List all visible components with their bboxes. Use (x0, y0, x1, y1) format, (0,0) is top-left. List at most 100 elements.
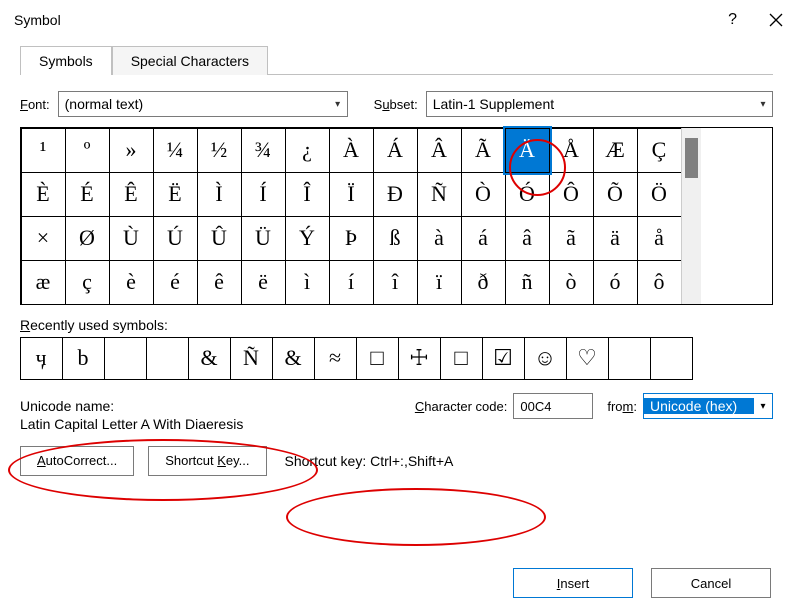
symbol-cell[interactable]: Ï (329, 172, 374, 217)
recent-symbol-cell[interactable]: ☩ (398, 337, 441, 380)
symbol-cell[interactable]: Ò (461, 172, 506, 217)
shortcut-display: Shortcut key: Ctrl+:,Shift+A (281, 453, 454, 469)
symbol-cell[interactable]: ¼ (153, 128, 198, 173)
autocorrect-button[interactable]: AutoCorrect... (20, 446, 134, 476)
symbol-cell[interactable]: ð (461, 260, 506, 305)
symbol-cell[interactable]: Ç (637, 128, 682, 173)
symbol-cell[interactable]: Î (285, 172, 330, 217)
scrollbar[interactable] (681, 128, 701, 304)
symbol-cell[interactable]: È (21, 172, 66, 217)
subset-select[interactable]: Latin-1 Supplement ▾ (426, 91, 773, 117)
symbol-cell[interactable]: ¾ (241, 128, 286, 173)
symbol-cell[interactable]: Ã (461, 128, 506, 173)
symbol-cell[interactable]: Ü (241, 216, 286, 261)
symbol-cell[interactable]: ã (549, 216, 594, 261)
recent-symbol-cell[interactable] (104, 337, 147, 380)
symbol-cell[interactable]: Í (241, 172, 286, 217)
symbol-cell[interactable]: ó (593, 260, 638, 305)
symbol-cell[interactable]: Á (373, 128, 418, 173)
chevron-down-icon: ▾ (329, 99, 347, 110)
symbol-cell[interactable]: Ä (505, 128, 550, 173)
symbol-cell[interactable]: à (417, 216, 462, 261)
symbol-cell[interactable]: Ê (109, 172, 154, 217)
symbol-cell[interactable]: ä (593, 216, 638, 261)
symbol-cell[interactable]: » (109, 128, 154, 173)
tab-symbols[interactable]: Symbols (20, 46, 112, 75)
recent-symbol-cell[interactable]: ☑ (482, 337, 525, 380)
symbol-cell[interactable]: ½ (197, 128, 242, 173)
recent-symbol-cell[interactable] (608, 337, 651, 380)
symbol-cell[interactable]: ò (549, 260, 594, 305)
symbol-cell[interactable]: Æ (593, 128, 638, 173)
symbol-cell[interactable]: Ù (109, 216, 154, 261)
symbol-cell[interactable]: Õ (593, 172, 638, 217)
recent-symbol-cell[interactable]: b (62, 337, 105, 380)
symbol-cell[interactable]: ì (285, 260, 330, 305)
recent-symbol-cell[interactable]: □ (440, 337, 483, 380)
symbol-cell[interactable]: é (153, 260, 198, 305)
help-button[interactable]: ? (728, 11, 737, 29)
symbol-cell[interactable]: Å (549, 128, 594, 173)
recent-symbol-cell[interactable]: ≈ (314, 337, 357, 380)
subset-label: Subset: (374, 97, 418, 112)
symbol-cell[interactable]: Ø (65, 216, 110, 261)
symbol-cell[interactable]: Ô (549, 172, 594, 217)
recent-label: Recently used symbols: (20, 317, 773, 333)
recent-symbol-cell[interactable]: & (188, 337, 231, 380)
symbol-cell[interactable]: Ú (153, 216, 198, 261)
symbol-cell[interactable]: × (21, 216, 66, 261)
symbol-cell[interactable]: Ó (505, 172, 550, 217)
symbol-cell[interactable]: è (109, 260, 154, 305)
symbol-grid: ¹º»¼½¾¿ÀÁÂÃÄÅÆÇ ÈÉÊËÌÍÎÏÐÑÒÓÔÕÖ ×ØÙÚÛÜÝÞßà… (21, 128, 681, 304)
symbol-cell[interactable]: Ñ (417, 172, 462, 217)
symbol-cell[interactable]: Ö (637, 172, 682, 217)
recent-grid: ӌb&Ñ&≈□☩□☑☺♡ (20, 337, 773, 379)
symbol-cell[interactable]: æ (21, 260, 66, 305)
symbol-cell[interactable]: â (505, 216, 550, 261)
symbol-cell[interactable]: É (65, 172, 110, 217)
recent-symbol-cell[interactable]: ӌ (20, 337, 63, 380)
font-select[interactable]: (normal text) ▾ (58, 91, 348, 117)
symbol-cell[interactable]: ï (417, 260, 462, 305)
character-code-input[interactable] (513, 393, 593, 419)
symbol-cell[interactable]: Ð (373, 172, 418, 217)
recent-symbol-cell[interactable]: ☺ (524, 337, 567, 380)
symbol-cell[interactable]: ë (241, 260, 286, 305)
symbol-cell[interactable]: ç (65, 260, 110, 305)
from-label: from: (607, 399, 637, 414)
symbol-cell[interactable]: ß (373, 216, 418, 261)
recent-symbol-cell[interactable]: & (272, 337, 315, 380)
subset-select-value: Latin-1 Supplement (427, 96, 754, 112)
symbol-cell[interactable]: á (461, 216, 506, 261)
from-select[interactable]: Unicode (hex) ▾ (643, 393, 773, 419)
symbol-cell[interactable]: À (329, 128, 374, 173)
symbol-cell[interactable]: ñ (505, 260, 550, 305)
symbol-cell[interactable]: å (637, 216, 682, 261)
tab-special-characters[interactable]: Special Characters (112, 46, 268, 75)
symbol-cell[interactable]: Þ (329, 216, 374, 261)
recent-symbol-cell[interactable]: ♡ (566, 337, 609, 380)
symbol-cell[interactable]: ê (197, 260, 242, 305)
symbol-cell[interactable]: Â (417, 128, 462, 173)
recent-symbol-cell[interactable] (146, 337, 189, 380)
symbol-cell[interactable]: Û (197, 216, 242, 261)
symbol-cell[interactable]: ¿ (285, 128, 330, 173)
symbol-cell[interactable]: í (329, 260, 374, 305)
symbol-cell[interactable]: Ì (197, 172, 242, 217)
shortcut-key-button[interactable]: Shortcut Key... (148, 446, 266, 476)
insert-button[interactable]: Insert (513, 568, 633, 598)
cancel-button[interactable]: Cancel (651, 568, 771, 598)
symbol-cell[interactable]: ô (637, 260, 682, 305)
recent-symbol-cell[interactable]: □ (356, 337, 399, 380)
symbol-cell[interactable]: º (65, 128, 110, 173)
recent-symbol-cell[interactable] (650, 337, 693, 380)
recent-symbol-cell[interactable]: Ñ (230, 337, 273, 380)
tab-symbols-label: Symbols (39, 53, 93, 69)
scrollbar-thumb[interactable] (685, 138, 698, 178)
unicode-name-label: Unicode name: (20, 398, 401, 414)
symbol-cell[interactable]: î (373, 260, 418, 305)
symbol-cell[interactable]: ¹ (21, 128, 66, 173)
close-icon[interactable] (767, 11, 785, 29)
symbol-cell[interactable]: Ë (153, 172, 198, 217)
symbol-cell[interactable]: Ý (285, 216, 330, 261)
